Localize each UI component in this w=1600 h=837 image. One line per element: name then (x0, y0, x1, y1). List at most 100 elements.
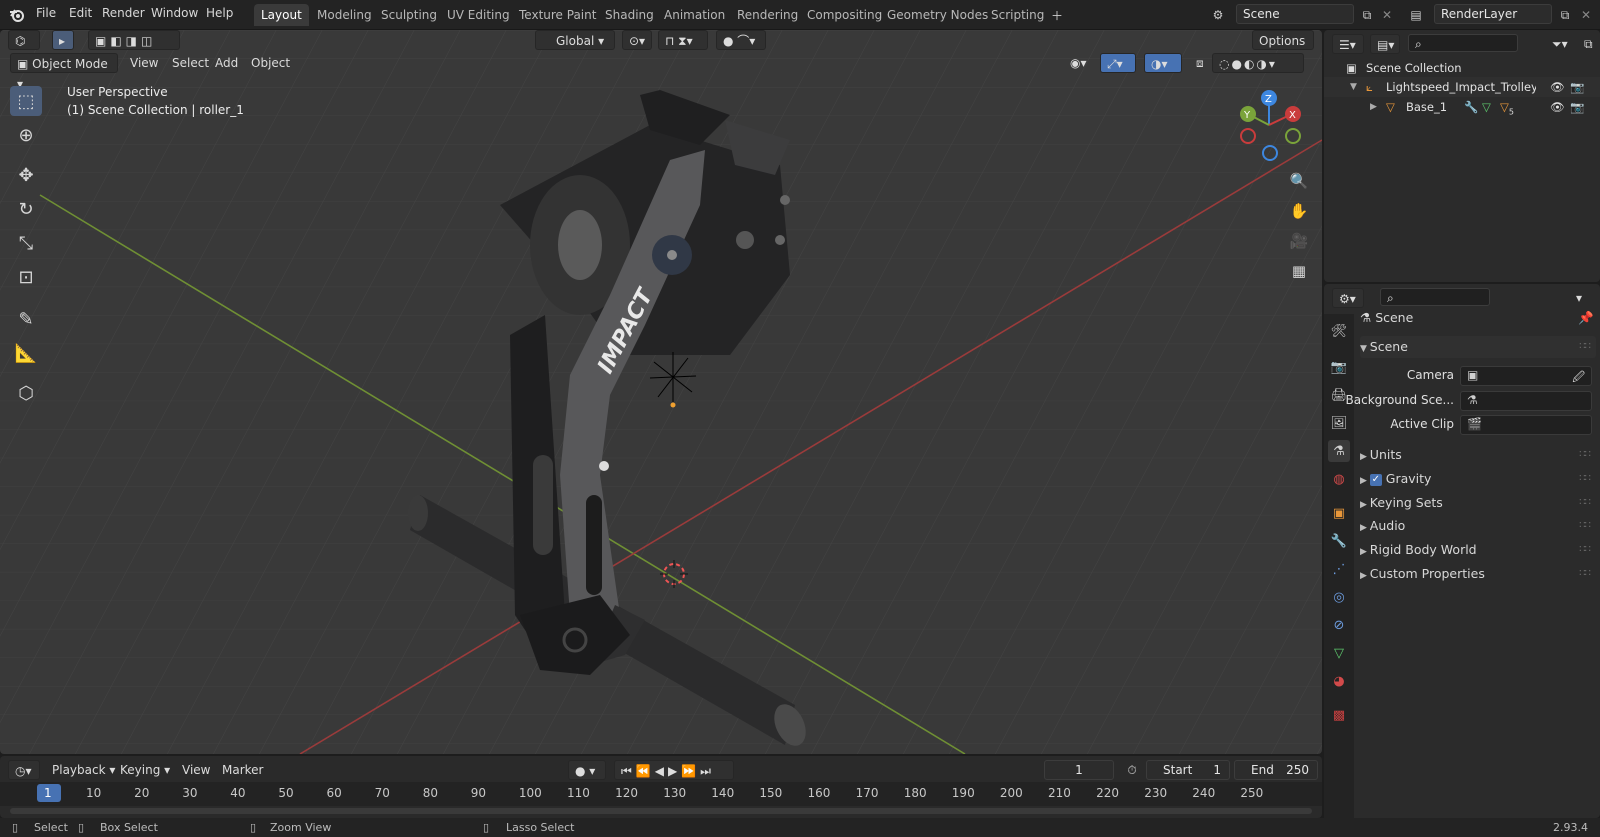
tab-rendering[interactable]: Rendering (730, 4, 805, 26)
constraints-tab-icon[interactable]: ⊘ (1328, 614, 1350, 636)
outliner-editor-type-icon[interactable]: ☰▾ (1332, 34, 1364, 54)
select-tool-icon[interactable]: ▸ (52, 30, 74, 50)
background-scene-field[interactable]: ⚗ (1460, 391, 1592, 411)
visibility-eye-icon[interactable]: 👁 (1550, 97, 1565, 117)
3d-cursor-icon[interactable] (660, 560, 688, 588)
properties-options-icon[interactable]: ▾ (1570, 288, 1588, 308)
add-workspace-icon[interactable]: ＋ (1047, 5, 1067, 25)
menu-select[interactable]: Select (166, 53, 215, 73)
scale-tool-icon[interactable]: ⤡ (10, 228, 42, 258)
tool-tab-icon[interactable]: 🛠 (1328, 320, 1350, 342)
menu-add[interactable]: Add (209, 53, 244, 73)
tab-texture-paint[interactable]: Texture Paint (512, 4, 603, 26)
filter-icon[interactable]: ⏷▾ (1546, 34, 1574, 54)
view-layer-field[interactable]: RenderLayer (1434, 4, 1552, 24)
outliner-row-trolley[interactable]: ▼ ⟀ Lightspeed_Impact_Trolley_C 👁 📷 (1324, 77, 1600, 97)
timeline-editor-type-icon[interactable]: ◷▾ (8, 760, 40, 780)
tab-uv-editing[interactable]: UV Editing (440, 4, 517, 26)
scene-selector-icon[interactable]: ⚙ (1208, 5, 1228, 25)
pan-hand-icon[interactable]: ✋ (1286, 198, 1312, 224)
active-clip-field[interactable]: 🎬 (1460, 415, 1592, 435)
mode-dropdown[interactable]: ▣ Object Mode ▾ (10, 53, 118, 91)
properties-search-input[interactable]: ⌕ (1380, 288, 1490, 306)
select-box-tool-icon[interactable]: ⬚ (10, 86, 42, 116)
transform-tool-icon[interactable]: ⊡ (10, 262, 42, 292)
scene-tab-icon[interactable]: ⚗ (1328, 440, 1350, 462)
tab-modeling[interactable]: Modeling (310, 4, 379, 26)
render-camera-icon[interactable]: 📷 (1570, 97, 1584, 117)
gizmo-toggle-icon[interactable]: ⤢▾ (1100, 53, 1136, 73)
view-layer-icon[interactable]: ▤ (1406, 5, 1426, 25)
move-tool-icon[interactable]: ✥ (10, 160, 42, 190)
outliner-row-base-1[interactable]: ▶ ▽ Base_1 🔧 ▽ ▽5 👁 📷 (1324, 97, 1600, 117)
zoom-icon[interactable]: 🔍 (1286, 168, 1312, 194)
particles-tab-icon[interactable]: ⋰ (1328, 558, 1350, 580)
tab-animation[interactable]: Animation (657, 4, 732, 26)
3d-viewport[interactable]: IMPACT ⌬ ▾ ▸ ▣◧◨◫ Global ▾ ⊙▾ ⊓ ⧗▾ ● ⌒▾ … (0, 30, 1322, 754)
xray-toggle-icon[interactable]: ⧈ (1190, 53, 1210, 73)
expand-toggle-icon[interactable]: ▼ (1350, 77, 1357, 97)
cursor-tool-icon[interactable]: ⊕ (10, 120, 42, 150)
delete-scene-icon[interactable]: ✕ (1377, 5, 1397, 25)
outliner[interactable]: ☰▾ ▤▾ ⌕ ⏷▾ ⧉ ▣ Scene Collection ▼ ⟀ Ligh… (1324, 30, 1600, 282)
tab-sculpting[interactable]: Sculpting (374, 4, 444, 26)
trolley-model[interactable]: IMPACT (400, 55, 840, 754)
properties-editor-type-icon[interactable]: ⚙▾ (1332, 288, 1364, 308)
expand-toggle-icon[interactable]: ▶ (1370, 97, 1377, 117)
transform-orientation-dropdown[interactable]: Global ▾ (535, 30, 615, 50)
overlays-toggle-icon[interactable]: ◑▾ (1144, 53, 1182, 73)
tab-geometry-nodes[interactable]: Geometry Nodes (880, 4, 995, 26)
outliner-row-scene-collection[interactable]: ▣ Scene Collection (1324, 58, 1600, 78)
render-camera-icon[interactable]: 📷 (1570, 77, 1584, 97)
material-tab-icon[interactable]: ◕ (1328, 670, 1350, 692)
options-dropdown[interactable]: Options ▾ (1252, 30, 1314, 68)
gravity-checkbox[interactable]: ✓ (1369, 473, 1382, 486)
object-tab-icon[interactable]: ▣ (1328, 502, 1350, 524)
selection-mode-icons[interactable]: ▣◧◨◫ (88, 30, 180, 50)
view-layer-tab-icon[interactable]: 🖼 (1328, 412, 1350, 434)
delete-view-layer-icon[interactable]: ✕ (1576, 5, 1596, 25)
texture-tab-icon[interactable]: ▩ (1328, 704, 1350, 726)
camera-field[interactable]: ▣ 🖉 (1460, 366, 1592, 386)
playback-controls[interactable]: ⏮⏪◀▶⏩⏭ (614, 760, 734, 780)
tab-scripting[interactable]: Scripting (984, 4, 1051, 26)
rotate-tool-icon[interactable]: ↻ (10, 194, 42, 224)
audio-panel-header[interactable]: ▶ Audio ∷∷ (1360, 515, 1596, 537)
shading-mode-icons[interactable]: ◌●◐◑▾ (1212, 53, 1304, 73)
new-scene-icon[interactable]: ⧉ (1357, 5, 1377, 25)
keying-sets-panel-header[interactable]: ▶ Keying Sets ∷∷ (1360, 492, 1596, 514)
auto-keying-icon[interactable]: ● ▾ (568, 760, 606, 780)
physics-tab-icon[interactable]: ◎ (1328, 586, 1350, 608)
editor-type-icon[interactable]: ⌬ ▾ (8, 30, 40, 68)
blender-logo-icon[interactable] (8, 6, 26, 24)
tab-shading[interactable]: Shading (598, 4, 661, 26)
menu-render[interactable]: Render (102, 6, 145, 20)
snapping-icon[interactable]: ⊓ ⧗▾ (658, 30, 708, 50)
empty-object-marker[interactable] (648, 352, 698, 412)
camera-view-icon[interactable]: 🎥 (1286, 228, 1312, 254)
proportional-editing-icon[interactable]: ● ⌒▾ (716, 30, 766, 50)
start-frame-field[interactable]: Start 1 (1146, 760, 1230, 780)
new-collection-icon[interactable]: ⧉ (1578, 34, 1599, 54)
rigid-body-world-panel-header[interactable]: ▶ Rigid Body World ∷∷ (1360, 539, 1596, 561)
pivot-point-icon[interactable]: ⊙▾ (622, 30, 652, 50)
menu-help[interactable]: Help (206, 6, 233, 20)
modifiers-tab-icon[interactable]: 🔧 (1328, 530, 1350, 552)
custom-properties-panel-header[interactable]: ▶ Custom Properties ∷∷ (1360, 563, 1596, 585)
annotate-tool-icon[interactable]: ✎ (10, 304, 42, 334)
timeline-scrollbar[interactable] (10, 808, 1312, 814)
menu-object[interactable]: Object (245, 53, 296, 73)
display-mode-icon[interactable]: ▤▾ (1370, 34, 1400, 54)
add-cube-tool-icon[interactable]: ⬡ (10, 378, 42, 408)
outliner-search-input[interactable]: ⌕ (1408, 34, 1518, 52)
new-view-layer-icon[interactable]: ⧉ (1555, 5, 1575, 25)
menu-timeline-view[interactable]: View (176, 760, 216, 780)
visibility-icon[interactable]: ◉▾ (1064, 53, 1093, 73)
eyedropper-icon[interactable]: 🖉 (1572, 368, 1585, 389)
tab-layout[interactable]: Layout (254, 4, 309, 26)
data-tab-icon[interactable]: ▽ (1328, 642, 1350, 664)
current-frame-field[interactable]: 1 (1044, 760, 1114, 780)
measure-tool-icon[interactable]: 📐 (10, 338, 42, 368)
menu-view[interactable]: View (124, 53, 164, 73)
scene-field[interactable]: Scene (1236, 4, 1354, 24)
